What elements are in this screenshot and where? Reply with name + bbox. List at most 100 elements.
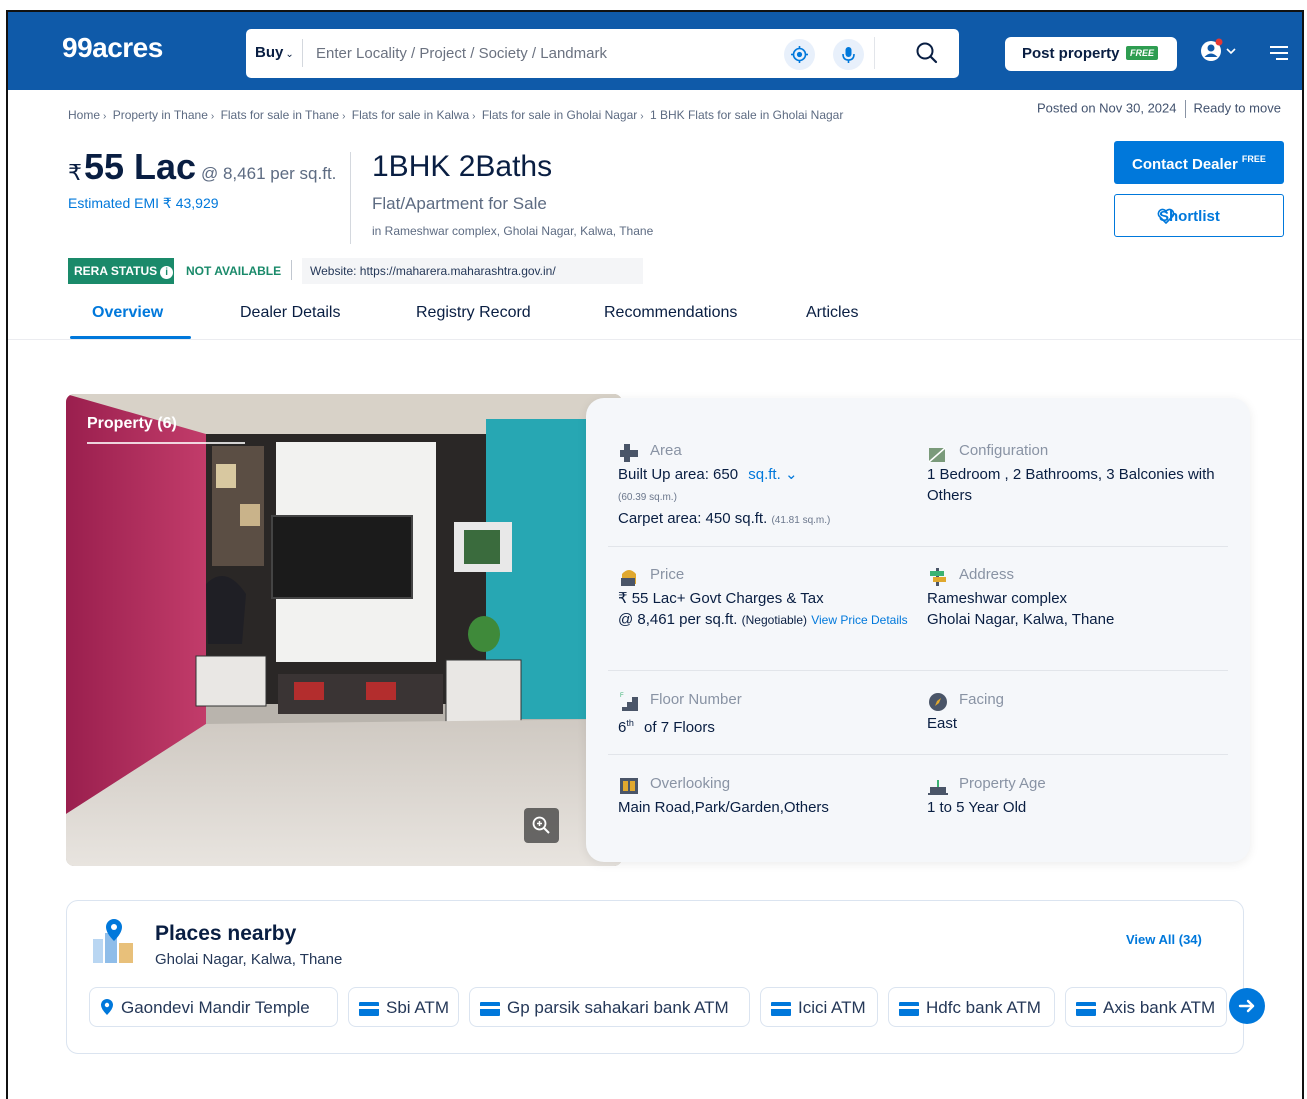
chevron-down-icon: ⌄ [285, 49, 294, 60]
detail-label: Overlooking [650, 775, 731, 792]
svg-text:F: F [620, 693, 624, 699]
places-nearby-title: Places nearby [155, 922, 297, 945]
rera-status-badge[interactable]: RERA STATUS i [68, 258, 174, 284]
shortlist-button[interactable]: Shortlist [1114, 194, 1284, 237]
breadcrumb-item: 1 BHK Flats for sale in Gholai Nagar [649, 108, 844, 122]
user-menu-button[interactable] [1200, 38, 1240, 64]
price-total: ₹ 55 Lac+ Govt Charges & Tax [618, 590, 824, 607]
places-nearby-section: Places nearby Gholai Nagar, Kalwa, Thane… [66, 900, 1265, 1054]
view-all-link[interactable]: View All (34) [1126, 932, 1202, 947]
voice-search-button[interactable] [833, 39, 864, 70]
info-icon: i [160, 266, 174, 279]
price-tag-icon [621, 570, 636, 586]
breadcrumb-item[interactable]: Flats for sale in Thane [221, 108, 340, 122]
atm-card-icon [480, 1002, 500, 1016]
microphone-icon [842, 47, 855, 63]
search-icon [916, 42, 938, 64]
property-age-value: 1 to 5 Year Old [927, 799, 1027, 816]
post-property-button[interactable]: Post property FREE [1005, 37, 1177, 71]
atm-card-icon [771, 1002, 791, 1016]
tab-articles[interactable]: Articles [806, 304, 858, 322]
divider [608, 754, 1228, 755]
rera-website: Website: https://maharera.maharashtra.go… [302, 258, 643, 284]
divider [608, 670, 1228, 671]
possession-status: Ready to move [1193, 100, 1281, 116]
floor-values: 6th of 7 Floors [618, 713, 715, 738]
area-unit-selector[interactable]: sq.ft. ⌄ [748, 466, 797, 483]
site-logo[interactable]: 99acres [62, 32, 163, 64]
configuration-value: 1 Bedroom , 2 Bathrooms, 3 Balconies wit… [927, 466, 1215, 504]
view-price-details-link[interactable]: View Price Details [811, 613, 907, 627]
zoom-in-icon [532, 816, 550, 834]
facing-value: East [927, 715, 958, 732]
place-chip[interactable]: Axis bank ATM [1065, 987, 1227, 1027]
place-chip-label: Axis bank ATM [1103, 998, 1216, 1017]
place-chip-label: Gaondevi Mandir Temple [121, 998, 310, 1017]
user-icon [1201, 38, 1236, 61]
builtup-area-sqm: (60.39 sq.m.) [618, 492, 677, 503]
area-values: Built Up area: 650 sq.ft. ⌄ (60.39 sq.m.… [618, 464, 830, 531]
search-button[interactable] [914, 40, 940, 66]
contact-dealer-button[interactable]: Contact Dealer FREE [1114, 141, 1284, 184]
place-chip[interactable]: Sbi ATM [348, 987, 459, 1027]
post-property-label: Post property [1022, 45, 1120, 62]
zoom-button[interactable] [524, 808, 559, 843]
total-floors: of 7 Floors [644, 719, 715, 736]
menu-icon [1270, 46, 1288, 60]
tab-overview[interactable]: Overview [92, 304, 163, 322]
tab-recommendations[interactable]: Recommendations [604, 304, 737, 322]
breadcrumb-item[interactable]: Home [68, 108, 100, 122]
photo-label-underline [87, 442, 245, 444]
search-input[interactable] [316, 39, 766, 67]
breadcrumb: Home › Property in Thane › Flats for sale … [68, 108, 844, 122]
photo-count-label[interactable]: Property (6) [87, 415, 177, 433]
overlooking-value: Main Road,Park/Garden,Others [618, 799, 829, 816]
room-photo-illustration [66, 394, 622, 866]
locate-me-button[interactable] [784, 39, 815, 70]
detail-label: Property Age [959, 775, 1046, 792]
carpet-area-sqm: (41.81 sq.m.) [771, 515, 831, 526]
rera-status-label: RERA STATUS [74, 264, 158, 278]
heart-icon [1157, 208, 1175, 224]
place-chip[interactable]: Gaondevi Mandir Temple [89, 987, 338, 1027]
free-badge: FREE [1241, 154, 1266, 164]
listing-location: in Rameshwar complex, Gholai Nagar, Kalw… [372, 224, 654, 238]
place-chip-label: Gp parsik sahakari bank ATM [507, 998, 729, 1017]
posting-meta: Posted on Nov 30, 2024 Ready to move [1037, 100, 1281, 118]
next-places-button[interactable] [1229, 988, 1265, 1024]
atm-card-icon [359, 1002, 379, 1016]
floor-stairs-icon: F [620, 693, 638, 711]
emi-link[interactable]: Estimated EMI ₹ 43,929 [68, 195, 219, 212]
breadcrumb-item[interactable]: Property in Thane [113, 108, 208, 122]
place-chip-label: Hdfc bank ATM [926, 998, 1041, 1017]
detail-label: Floor Number [650, 691, 742, 708]
price-per-sqft: @ 8,461 per sq.ft. [201, 164, 337, 183]
property-photo[interactable]: Property (6) [66, 394, 622, 866]
contact-dealer-label: Contact Dealer [1132, 156, 1238, 173]
arrow-right-icon [1238, 999, 1255, 1013]
listing-title: 1BHK 2Baths [372, 150, 553, 183]
tab-registry-record[interactable]: Registry Record [416, 304, 531, 322]
atm-card-icon [899, 1002, 919, 1016]
divider [291, 260, 292, 280]
place-chip[interactable]: Icici ATM [760, 987, 878, 1027]
price-per-sqft-detail: @ 8,461 per sq.ft. [618, 611, 738, 628]
place-chip-label: Icici ATM [798, 998, 866, 1017]
tab-dealer-details[interactable]: Dealer Details [240, 304, 340, 322]
place-chip-label: Sbi ATM [386, 998, 449, 1017]
place-chip[interactable]: Hdfc bank ATM [888, 987, 1055, 1027]
listing-subtitle: Flat/Apartment for Sale [372, 194, 547, 213]
search-type-dropdown[interactable]: Buy ⌄ [255, 44, 294, 61]
listing-price: 55 Lac [84, 146, 197, 187]
chevron-down-icon: ⌄ [784, 466, 798, 483]
place-chip[interactable]: Gp parsik sahakari bank ATM [469, 987, 750, 1027]
builtup-area: Built Up area: 650 [618, 466, 739, 483]
breadcrumb-item[interactable]: Flats for sale in Kalwa [352, 108, 469, 122]
address-line-1: Rameshwar complex [927, 590, 1068, 607]
hamburger-menu-button[interactable] [1268, 44, 1290, 62]
breadcrumb-item[interactable]: Flats for sale in Gholai Nagar [482, 108, 637, 122]
search-bar: Buy ⌄ [246, 29, 959, 78]
configuration-icon [928, 447, 946, 463]
active-tab-indicator [70, 336, 191, 339]
detail-label: Facing [959, 691, 1005, 708]
